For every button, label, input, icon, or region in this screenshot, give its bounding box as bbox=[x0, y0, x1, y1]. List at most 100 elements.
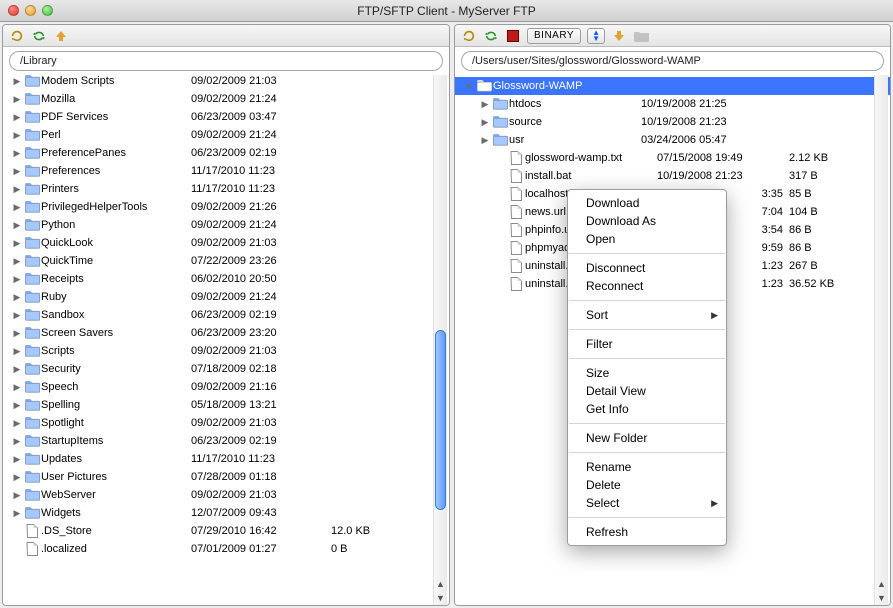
disclosure-triangle-icon[interactable]: ▶ bbox=[11, 490, 23, 501]
folder-row[interactable]: ▶ QuickTime07/22/2009 23:26 bbox=[3, 252, 449, 270]
folder-row[interactable]: ▶ Mozilla09/02/2009 21:24 bbox=[3, 90, 449, 108]
disclosure-triangle-icon[interactable]: ▶ bbox=[11, 310, 23, 321]
disclosure-triangle-icon[interactable]: ▶ bbox=[11, 274, 23, 285]
folder-row[interactable]: ▶ Receipts06/02/2010 20:50 bbox=[3, 270, 449, 288]
remote-scrollbar[interactable]: ▲ ▼ bbox=[874, 75, 888, 605]
menu-item-download[interactable]: Download bbox=[568, 194, 726, 212]
disclosure-triangle-icon[interactable]: ▶ bbox=[11, 184, 23, 195]
file-row[interactable]: install.bat10/19/2008 21:23317 B bbox=[455, 167, 890, 185]
transfer-mode-button[interactable]: BINARY bbox=[527, 28, 581, 44]
remote-scroll-up[interactable]: ▲ bbox=[875, 577, 888, 591]
folder-row[interactable]: ▶ Spotlight09/02/2009 21:03 bbox=[3, 414, 449, 432]
up-icon[interactable] bbox=[53, 28, 69, 44]
disclosure-triangle-icon[interactable]: ▶ bbox=[11, 382, 23, 393]
disclosure-triangle-icon[interactable]: ▶ bbox=[11, 436, 23, 447]
local-scroll-up[interactable]: ▲ bbox=[434, 577, 447, 591]
folder-row[interactable]: ▶ PDF Services06/23/2009 03:47 bbox=[3, 108, 449, 126]
menu-item-refresh[interactable]: Refresh bbox=[568, 523, 726, 541]
remote-file-list[interactable]: ▼ Glossword-WAMP▶ htdocs10/19/2008 21:25… bbox=[455, 75, 890, 605]
disclosure-triangle-icon[interactable]: ▶ bbox=[11, 256, 23, 267]
menu-item-select[interactable]: Select bbox=[568, 494, 726, 512]
menu-item-filter[interactable]: Filter bbox=[568, 335, 726, 353]
disclosure-triangle-icon[interactable]: ▶ bbox=[11, 76, 23, 87]
folder-row[interactable]: ▶ source10/19/2008 21:23 bbox=[455, 113, 890, 131]
folder-row[interactable]: ▶ Modem Scripts09/02/2009 21:03 bbox=[3, 75, 449, 90]
folder-row[interactable]: ▶ Spelling05/18/2009 13:21 bbox=[3, 396, 449, 414]
disclosure-triangle-icon[interactable]: ▶ bbox=[11, 220, 23, 231]
remote-scroll-down[interactable]: ▼ bbox=[875, 591, 888, 605]
window-zoom-button[interactable] bbox=[42, 5, 53, 16]
folder-row[interactable]: ▶ htdocs10/19/2008 21:25 bbox=[455, 95, 890, 113]
menu-item-detail-view[interactable]: Detail View bbox=[568, 382, 726, 400]
file-row[interactable]: glossword-wamp.txt07/15/2008 19:492.12 K… bbox=[455, 149, 890, 167]
disclosure-triangle-icon[interactable]: ▶ bbox=[479, 117, 491, 128]
disclosure-triangle-icon[interactable]: ▶ bbox=[11, 292, 23, 303]
folder-row[interactable]: ▼ Glossword-WAMP bbox=[455, 77, 890, 95]
menu-item-new-folder[interactable]: New Folder bbox=[568, 429, 726, 447]
folder-row[interactable]: ▶ PreferencePanes06/23/2009 02:19 bbox=[3, 144, 449, 162]
folder-row[interactable]: ▶ Python09/02/2009 21:24 bbox=[3, 216, 449, 234]
updown-icon[interactable]: ▲▼ bbox=[587, 28, 605, 44]
disclosure-triangle-icon[interactable]: ▶ bbox=[11, 400, 23, 411]
disclosure-triangle-icon[interactable]: ▶ bbox=[11, 508, 23, 519]
menu-item-delete[interactable]: Delete bbox=[568, 476, 726, 494]
file-row[interactable]: .localized07/01/2009 01:270 B bbox=[3, 540, 449, 558]
menu-item-download-as[interactable]: Download As bbox=[568, 212, 726, 230]
menu-item-open[interactable]: Open bbox=[568, 230, 726, 248]
sync-icon[interactable] bbox=[31, 28, 47, 44]
folder-row[interactable]: ▶ Security07/18/2009 02:18 bbox=[3, 360, 449, 378]
disclosure-triangle-icon[interactable]: ▶ bbox=[11, 166, 23, 177]
disclosure-triangle-icon[interactable]: ▶ bbox=[11, 148, 23, 159]
folder-row[interactable]: ▶ usr03/24/2006 05:47 bbox=[455, 131, 890, 149]
local-path-field[interactable]: /Library bbox=[9, 51, 443, 71]
menu-item-reconnect[interactable]: Reconnect bbox=[568, 277, 726, 295]
disclosure-triangle-icon[interactable]: ▶ bbox=[11, 130, 23, 141]
menu-item-rename[interactable]: Rename bbox=[568, 458, 726, 476]
folder-row[interactable]: ▶ Perl09/02/2009 21:24 bbox=[3, 126, 449, 144]
folder-row[interactable]: ▶ Speech09/02/2009 21:16 bbox=[3, 378, 449, 396]
folder-row[interactable]: ▶ User Pictures07/28/2009 01:18 bbox=[3, 468, 449, 486]
context-menu[interactable]: DownloadDownload AsOpenDisconnectReconne… bbox=[567, 189, 727, 546]
disclosure-triangle-icon[interactable]: ▶ bbox=[479, 135, 491, 146]
folder-row[interactable]: ▶ StartupItems06/23/2009 02:19 bbox=[3, 432, 449, 450]
refresh-icon[interactable] bbox=[461, 28, 477, 44]
stop-icon[interactable] bbox=[505, 28, 521, 44]
folder-row[interactable]: ▶ Updates11/17/2010 11:23 bbox=[3, 450, 449, 468]
local-file-list[interactable]: ▶ Modem Scripts09/02/2009 21:03▶ Mozilla… bbox=[3, 75, 449, 605]
disclosure-triangle-icon[interactable]: ▶ bbox=[11, 454, 23, 465]
folder-row[interactable]: ▶ Printers11/17/2010 11:23 bbox=[3, 180, 449, 198]
remote-path-field[interactable]: /Users/user/Sites/glossword/Glossword-WA… bbox=[461, 51, 884, 71]
disclosure-triangle-icon[interactable]: ▶ bbox=[11, 202, 23, 213]
folder-row[interactable]: ▶ QuickLook09/02/2009 21:03 bbox=[3, 234, 449, 252]
folder-row[interactable]: ▶ Widgets12/07/2009 09:43 bbox=[3, 504, 449, 522]
window-close-button[interactable] bbox=[8, 5, 19, 16]
folder-row[interactable]: ▶ Screen Savers06/23/2009 23:20 bbox=[3, 324, 449, 342]
download-icon[interactable] bbox=[611, 28, 627, 44]
disclosure-triangle-icon[interactable]: ▶ bbox=[11, 418, 23, 429]
folder-row[interactable]: ▶ Ruby09/02/2009 21:24 bbox=[3, 288, 449, 306]
folder-row[interactable]: ▶ Sandbox06/23/2009 02:19 bbox=[3, 306, 449, 324]
window-minimize-button[interactable] bbox=[25, 5, 36, 16]
menu-item-size[interactable]: Size bbox=[568, 364, 726, 382]
folder-row[interactable]: ▶ PrivilegedHelperTools09/02/2009 21:26 bbox=[3, 198, 449, 216]
newfolder-icon[interactable] bbox=[633, 28, 649, 44]
disclosure-triangle-icon[interactable]: ▶ bbox=[11, 346, 23, 357]
menu-item-sort[interactable]: Sort bbox=[568, 306, 726, 324]
folder-row[interactable]: ▶ Preferences11/17/2010 11:23 bbox=[3, 162, 449, 180]
disclosure-triangle-icon[interactable]: ▶ bbox=[11, 364, 23, 375]
disclosure-triangle-icon[interactable]: ▶ bbox=[11, 328, 23, 339]
local-scrollbar[interactable]: ▲ ▼ bbox=[433, 75, 447, 605]
refresh-icon[interactable] bbox=[9, 28, 25, 44]
disclosure-triangle-icon[interactable]: ▶ bbox=[479, 99, 491, 110]
local-scroll-down[interactable]: ▼ bbox=[434, 591, 447, 605]
folder-row[interactable]: ▶ WebServer09/02/2009 21:03 bbox=[3, 486, 449, 504]
disclosure-triangle-icon[interactable]: ▶ bbox=[11, 238, 23, 249]
disclosure-triangle-icon[interactable]: ▼ bbox=[463, 81, 475, 91]
disclosure-triangle-icon[interactable]: ▶ bbox=[11, 94, 23, 105]
menu-item-get-info[interactable]: Get Info bbox=[568, 400, 726, 418]
disclosure-triangle-icon[interactable]: ▶ bbox=[11, 112, 23, 123]
local-scroll-thumb[interactable] bbox=[435, 330, 446, 510]
file-row[interactable]: .DS_Store07/29/2010 16:4212.0 KB bbox=[3, 522, 449, 540]
disclosure-triangle-icon[interactable]: ▶ bbox=[11, 472, 23, 483]
sync-icon[interactable] bbox=[483, 28, 499, 44]
